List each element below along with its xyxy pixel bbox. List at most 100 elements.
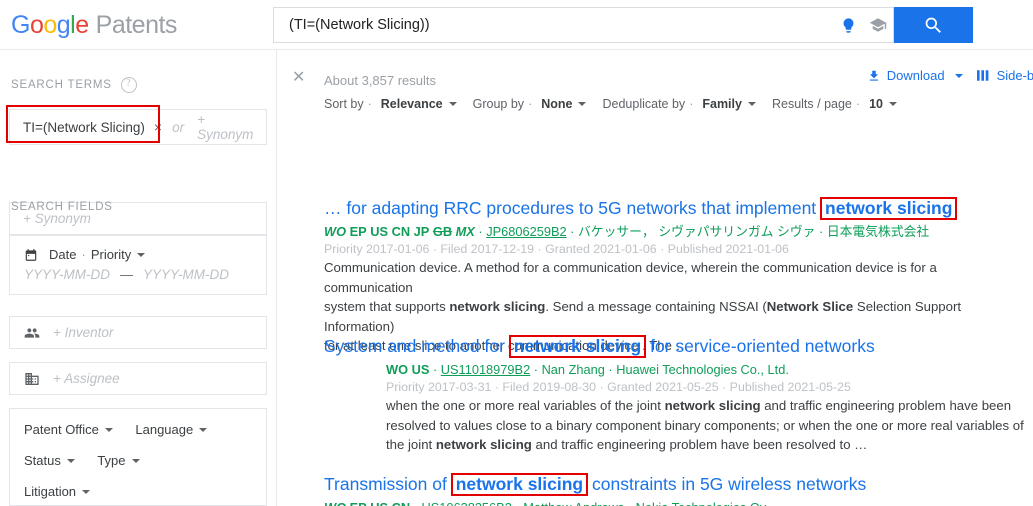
building-icon [24, 371, 40, 387]
result-dates: Priority 2017-01-06 · Filed 2017-12-19 ·… [324, 242, 789, 256]
result-patent-number[interactable]: US10638356B2 [421, 500, 511, 506]
snippet-text: the joint [386, 437, 436, 452]
result-snippet-line: the joint network slicing and traffic en… [386, 435, 1024, 455]
filter-patent-office[interactable]: Patent Office [24, 422, 113, 437]
synonym-input-1[interactable]: + Synonym [197, 112, 253, 142]
filter-language[interactable]: Language [135, 422, 208, 437]
country-code: WO [324, 224, 347, 239]
result-title[interactable]: … for adapting RRC procedures to 5G netw… [324, 197, 1024, 220]
snippet-text: resolved to values close to a binary com… [386, 417, 1024, 433]
date-to-input[interactable]: YYYY-MM-DD [143, 267, 229, 282]
logo-letter-G: G [11, 11, 30, 39]
inventor-input[interactable]: + Inventor [53, 325, 113, 340]
snippet-text: system that supports [324, 299, 450, 314]
country-code: WO [386, 362, 409, 377]
result-title-prefix: Transmission of [324, 474, 452, 494]
results-control-label: Group by [472, 97, 525, 111]
graduation-cap-icon[interactable] [863, 8, 893, 42]
country-code: US [370, 224, 389, 239]
download-button[interactable]: Download [867, 68, 963, 83]
date-separator: · [81, 247, 86, 262]
synonym-input-2[interactable]: + Synonym [23, 211, 91, 226]
results-control-label: Sort by [324, 97, 364, 111]
close-icon[interactable]: ✕ [292, 70, 305, 86]
result-patent-number[interactable]: JP6806259B2 [486, 224, 566, 239]
page-header: Google Patents (TI=(Network Slicing)) [0, 0, 1033, 50]
snippet-text: and traffic engineering problem have bee… [531, 437, 868, 452]
filter-type[interactable]: Type [97, 453, 140, 468]
chevron-down-icon[interactable] [578, 102, 587, 106]
result-title[interactable]: Transmission of network slicing constrai… [324, 473, 1024, 496]
search-input[interactable]: (TI=(Network Slicing)) [274, 17, 833, 33]
search-result-item: Transmission of network slicing constrai… [324, 473, 1024, 506]
chevron-down-icon[interactable] [888, 102, 897, 106]
chevron-down-icon[interactable] [747, 102, 756, 106]
google-patents-logo[interactable]: Google Patents [11, 11, 177, 39]
filter-litigation-label: Litigation [24, 484, 77, 499]
result-snippet-line: Communication device. A method for a com… [324, 258, 1024, 297]
date-label: Date [49, 247, 77, 262]
results-control-2[interactable]: Deduplicate by · Family [602, 97, 756, 111]
search-fields-label: SEARCH FIELDS [11, 201, 113, 213]
result-title-prefix: System and method for [324, 336, 510, 356]
result-title[interactable]: System and method for network slicing fo… [324, 335, 1024, 358]
results-control-1[interactable]: Group by · None [473, 97, 587, 111]
search-button[interactable] [894, 7, 973, 43]
search-fields-header: SEARCH FIELDS [11, 201, 113, 213]
results-top-right-actions: Download Side-by- [867, 68, 1033, 83]
result-snippet-line: when the one or more real variables of t… [386, 396, 1024, 416]
assignee-input[interactable]: + Assignee [53, 371, 120, 386]
columns-icon [976, 69, 991, 82]
results-control-separator: · [855, 97, 861, 111]
download-label: Download [886, 68, 945, 83]
remove-term-icon[interactable]: × [154, 119, 162, 135]
filter-litigation[interactable]: Litigation [24, 484, 91, 499]
results-control-value: Family [702, 97, 742, 111]
country-code: US [370, 500, 388, 506]
country-code: MX [455, 224, 475, 239]
date-type-dropdown[interactable]: Priority [91, 247, 146, 262]
search-term-chip-text: TI=(Network Slicing) [23, 119, 145, 135]
results-control-3[interactable]: Results / page · 10 [772, 97, 897, 111]
search-result-item: … for adapting RRC procedures to 5G netw… [324, 197, 1024, 356]
result-patent-number[interactable]: US11018979B2 [441, 362, 530, 377]
results-control-label: Deduplicate by [602, 97, 686, 111]
result-inventor: Nan Zhang [541, 362, 605, 377]
country-code: CN [392, 500, 410, 506]
search-term-row-1[interactable]: TI=(Network Slicing) × or + Synonym [9, 109, 267, 145]
search-result-item: System and method for network slicing fo… [324, 335, 1024, 455]
results-control-0[interactable]: Sort by · Relevance [324, 97, 457, 111]
results-control-separator: · [689, 97, 694, 111]
result-title-highlight: network slicing [820, 197, 958, 220]
results-control-separator: · [528, 97, 533, 111]
filter-language-label: Language [135, 422, 194, 437]
result-title-prefix: … for adapting RRC procedures to 5G netw… [324, 198, 822, 218]
snippet-keyword: network slicing [435, 437, 532, 452]
result-assignee: Huawei Technologies Co., Ltd. [616, 362, 789, 377]
snippet-text: Communication device. A method for a com… [324, 260, 937, 295]
logo-letter-o2: o [43, 11, 57, 39]
country-code: US [411, 362, 430, 377]
assignee-filter[interactable]: + Assignee [9, 362, 267, 395]
side-by-side-button[interactable]: Side-by- [976, 68, 1033, 83]
filter-patent-office-label: Patent Office [24, 422, 99, 437]
search-terms-header: SEARCH TERMS ? [11, 77, 137, 93]
filter-status[interactable]: Status [24, 453, 75, 468]
result-inventor: バケッサー， シヴァパサリンガム シヴァ [577, 224, 816, 239]
inventor-filter[interactable]: + Inventor [9, 316, 267, 349]
lightbulb-icon[interactable] [833, 8, 863, 42]
search-terms-label: SEARCH TERMS [11, 79, 112, 91]
snippet-text: . Send a message containing NSSAI ( [545, 299, 767, 314]
search-box[interactable]: (TI=(Network Slicing)) [273, 7, 894, 43]
date-from-input[interactable]: YYYY-MM-DD [24, 267, 110, 282]
snippet-keyword: network slicing [449, 299, 546, 314]
result-dates: Priority 2017-03-31 · Filed 2019-08-30 ·… [386, 380, 851, 394]
logo-letter-e: e [75, 11, 89, 39]
country-code: EP [349, 224, 367, 239]
calendar-icon [24, 248, 38, 262]
search-results-pane: ✕ About 3,857 results Sort by · Relevance G… [278, 50, 1033, 506]
help-icon[interactable]: ? [120, 77, 137, 93]
date-filter-box[interactable]: Date · Priority YYYY-MM-DD — YYYY-MM-DD [9, 235, 267, 295]
chevron-down-icon[interactable] [448, 102, 457, 106]
filter-status-label: Status [24, 453, 61, 468]
